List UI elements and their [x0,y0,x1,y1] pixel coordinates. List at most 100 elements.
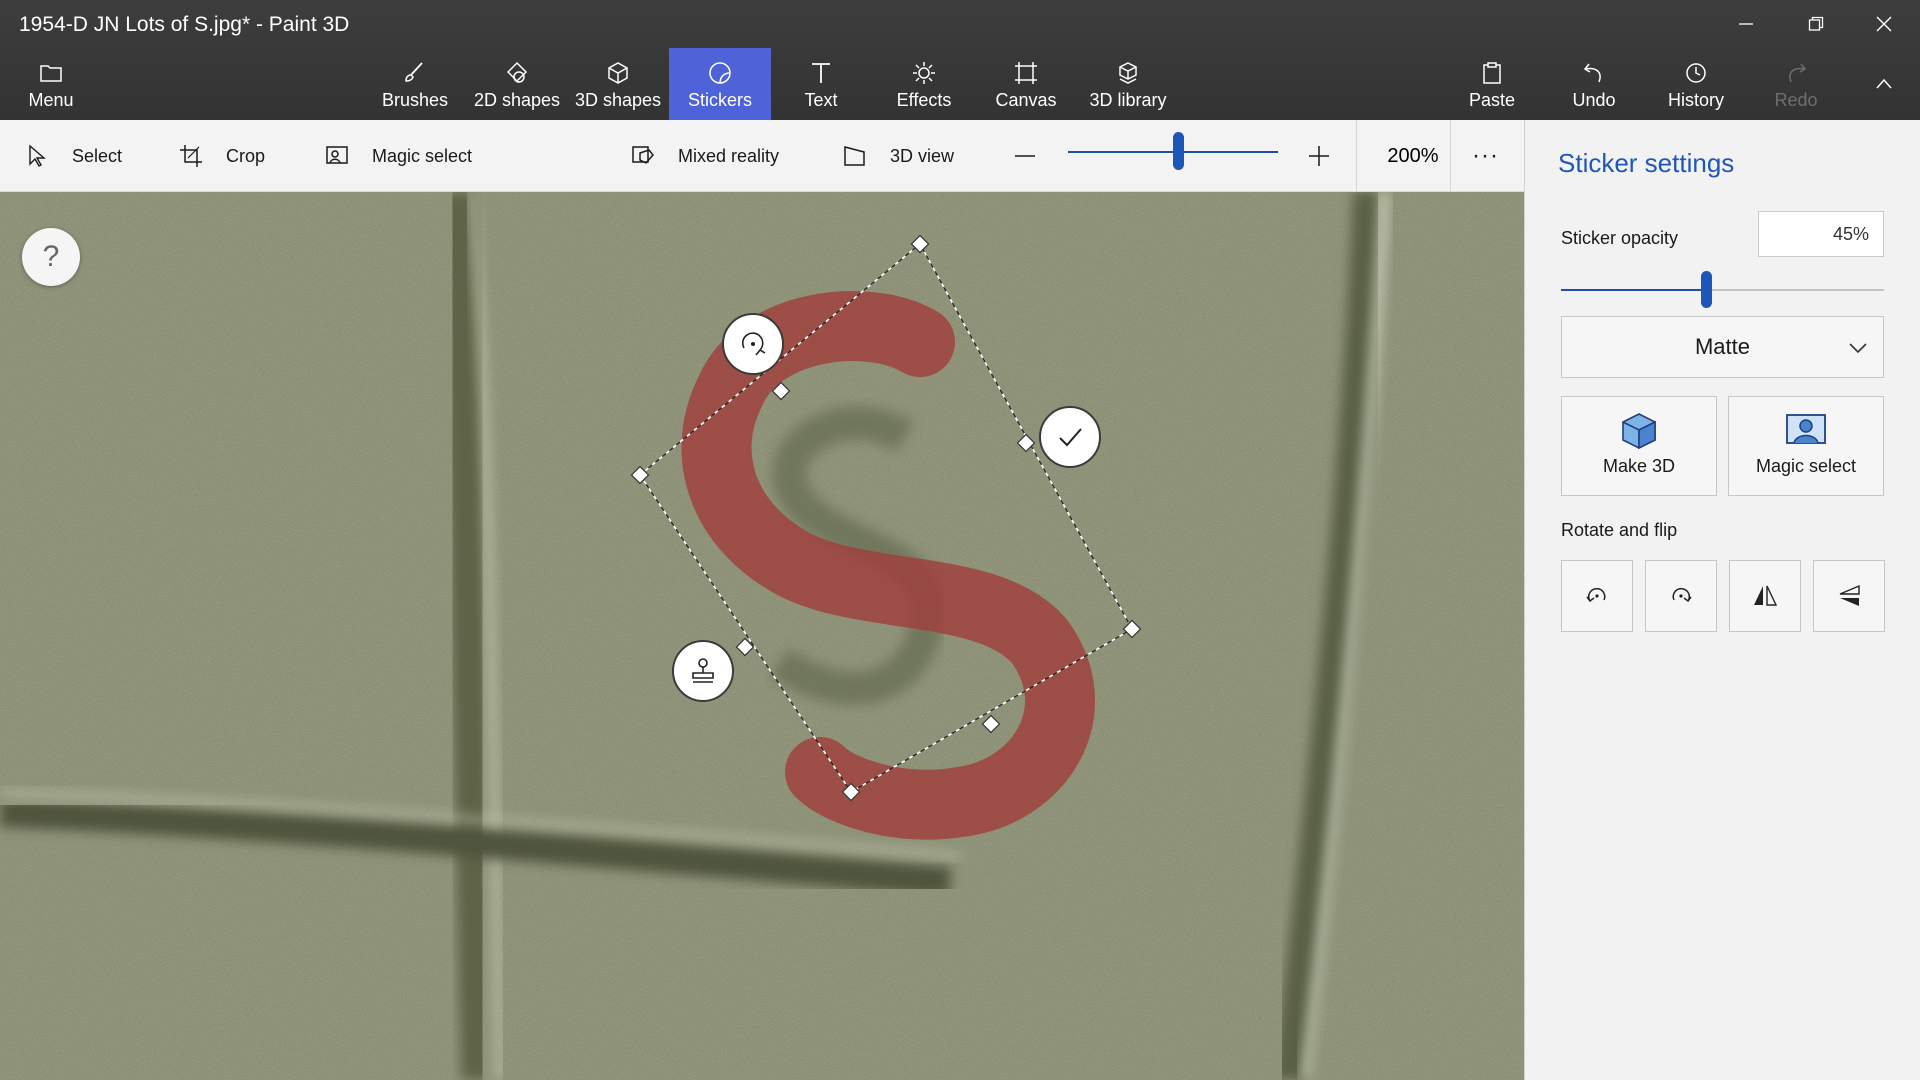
resize-handle [630,465,650,485]
plus-icon [1309,146,1329,166]
opacity-slider-thumb[interactable] [1701,271,1712,308]
cube-icon [1622,413,1656,450]
menu-label: Menu [28,90,74,110]
history-button[interactable]: History [1656,48,1736,120]
crop-icon [180,145,202,167]
magic-select-icon [326,146,348,164]
chevron-up-icon [1876,78,1892,89]
stickers-icon [709,62,731,84]
make-3d-button[interactable]: Make 3D [1561,396,1717,496]
checkmark-icon [1059,428,1082,447]
make-3d-label: Make 3D [1602,456,1676,476]
restore-icon [1808,16,1824,31]
magic-select-tool[interactable]: Magic select [324,120,472,192]
2d-shapes-icon [506,61,528,83]
zoom-in-button[interactable] [1306,120,1332,192]
stamp-handle[interactable] [672,640,734,702]
flip-vertical-button[interactable] [1813,560,1885,632]
3d-view-label: 3D view [890,145,955,166]
rotate-flip-label: Rotate and flip [1561,520,1678,540]
tab-label: 3D shapes [574,90,662,110]
rotate-handle[interactable] [722,313,784,375]
mixed-reality-button[interactable]: Mixed reality [630,120,779,192]
rotate-left-button[interactable] [1561,560,1633,632]
tab-2d-shapes[interactable]: 2D shapes [470,48,564,120]
commit-handle[interactable] [1039,406,1101,468]
flip-horizontal-button[interactable] [1729,560,1801,632]
finish-dropdown[interactable]: Matte [1561,316,1884,378]
tab-3d-shapes[interactable]: 3D shapes [572,48,664,120]
clipboard-icon [1483,62,1501,84]
tab-3d-library[interactable]: 3D library [1082,48,1174,120]
canvas-icon [1015,62,1037,84]
mixed-reality-label: Mixed reality [678,145,780,166]
panel-magic-select-button[interactable]: Magic select [1728,396,1884,496]
collapse-ribbon-button[interactable] [1852,56,1916,112]
magic-select-icon [1786,414,1826,444]
tab-canvas[interactable]: Canvas [986,48,1066,120]
tab-text[interactable]: Text [781,48,861,120]
rotate-right-button[interactable] [1645,560,1717,632]
3d-view-icon [844,146,865,166]
undo-button[interactable]: Undo [1556,48,1632,120]
stamp-icon [692,658,714,683]
toolbar-divider [1450,120,1451,192]
resize-handle [981,714,1001,734]
help-button[interactable]: ? [22,228,80,286]
tab-effects[interactable]: Effects [882,48,966,120]
tab-stickers[interactable]: Stickers [669,48,771,120]
zoom-out-button[interactable] [1012,120,1038,192]
window-title: 1954-D JN Lots of S.jpg* - Paint 3D [19,13,350,36]
brush-icon [405,62,423,82]
paste-label: Paste [1468,90,1516,110]
minus-icon [1015,155,1035,157]
menu-button[interactable]: Menu [6,48,96,120]
sticker-settings-panel: Sticker settings Sticker opacity 45% Mat… [1524,120,1920,1080]
select-tool[interactable]: Select [24,120,122,192]
cursor-icon [29,144,46,167]
3d-view-button[interactable]: 3D view [842,120,954,192]
tab-label: 2D shapes [473,90,561,110]
minimize-icon [1739,23,1753,25]
more-options-button[interactable]: ··· [1472,120,1499,192]
select-label: Select [72,145,123,166]
undo-icon [1583,63,1601,83]
undo-label: Undo [1572,90,1616,110]
finish-value: Matte [1694,334,1751,359]
panel-title: Sticker settings [1558,148,1735,178]
chevron-down-icon [1849,343,1867,354]
redo-icon [1789,63,1807,83]
mixed-reality-icon [632,146,654,164]
opacity-label: Sticker opacity [1561,228,1679,248]
minimize-button[interactable] [1714,0,1778,48]
history-icon [1686,63,1706,83]
tab-brushes[interactable]: Brushes [374,48,456,120]
redo-label: Redo [1774,90,1818,110]
cube-icon [608,62,628,84]
title-bar: 1954-D JN Lots of S.jpg* - Paint 3D [0,0,1920,48]
opacity-slider-fill [1561,289,1706,291]
tab-label: Text [804,90,838,110]
tab-label: Brushes [381,90,449,110]
zoom-value[interactable]: 200% [1380,120,1446,192]
resize-handle [1122,619,1142,639]
opacity-input[interactable]: 45% [1758,211,1884,257]
restore-button[interactable] [1784,0,1848,48]
close-button[interactable] [1852,0,1916,48]
toolbar-divider [1356,120,1357,192]
zoom-slider-thumb[interactable] [1173,132,1184,170]
magic-select-label: Magic select [372,145,473,166]
more-label: ··· [1472,142,1499,169]
flip-vertical-icon [1839,584,1860,606]
app-chrome: 1954-D JN Lots of S.jpg* - Paint 3D Menu… [0,0,1920,120]
crop-label: Crop [226,145,266,166]
rotate-icon [741,332,766,356]
crop-tool[interactable]: Crop [178,120,265,192]
resize-handle [1016,433,1036,453]
paste-button[interactable]: Paste [1452,48,1532,120]
magic-select-card-label: Magic select [1755,456,1857,476]
tab-label: Canvas [995,90,1057,110]
redo-button[interactable]: Redo [1760,48,1832,120]
drawing-canvas[interactable] [0,192,1524,1080]
tab-label: Stickers [687,90,752,110]
